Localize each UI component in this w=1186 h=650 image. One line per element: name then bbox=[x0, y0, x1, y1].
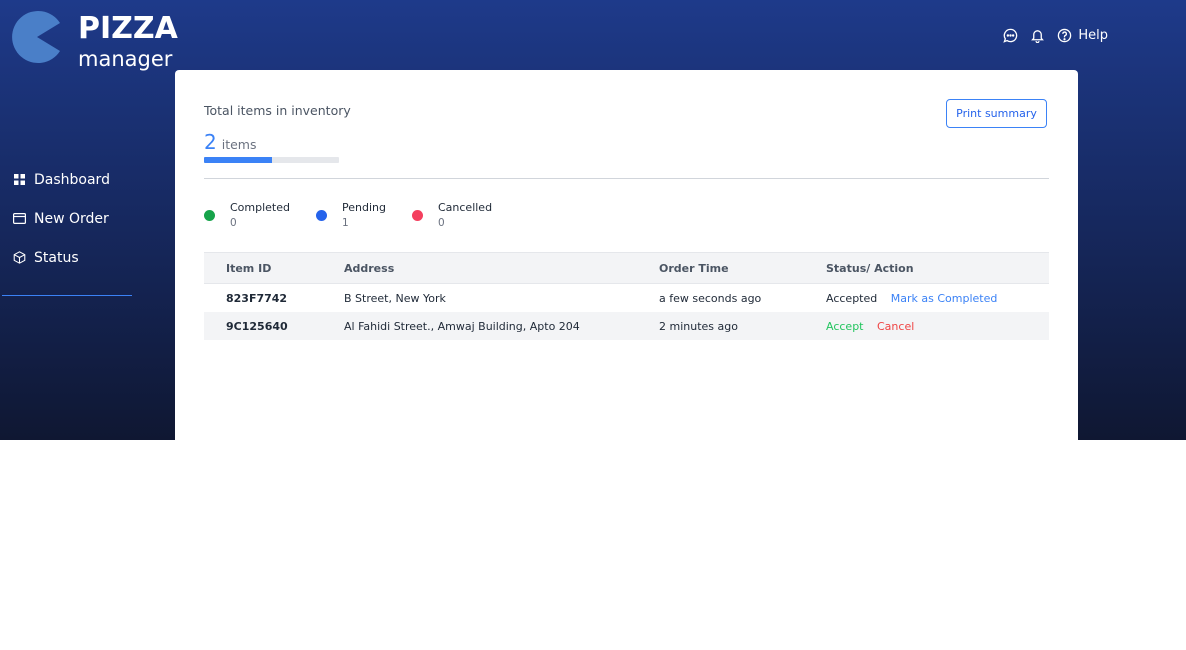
inventory-count-unit: items bbox=[221, 137, 257, 152]
cell-item-id: 823F7742 bbox=[226, 291, 288, 305]
grid-icon bbox=[12, 173, 26, 187]
sidebar-item-label: Status bbox=[34, 249, 79, 266]
legend-value: 0 bbox=[230, 217, 237, 229]
box-icon bbox=[12, 251, 26, 265]
inventory-progress-fill bbox=[204, 157, 272, 163]
status-legend: Completed 0 Pending 1 Cancelled 0 bbox=[204, 201, 518, 230]
help-link[interactable]: Help bbox=[1078, 28, 1108, 43]
column-header-order-time[interactable]: Order Time bbox=[659, 252, 826, 284]
sidebar-item-label: New Order bbox=[34, 210, 109, 227]
top-nav: Help bbox=[1001, 26, 1108, 44]
inventory-title: Total items in inventory bbox=[204, 103, 351, 118]
print-summary-button[interactable]: Print summary bbox=[946, 99, 1047, 128]
legend-pending: Pending 1 bbox=[316, 201, 386, 230]
mark-completed-link[interactable]: Mark as Completed bbox=[891, 292, 998, 305]
pizza-logo-icon bbox=[12, 11, 60, 64]
status-dot bbox=[204, 210, 215, 221]
cell-status-action: Accepted Mark as Completed bbox=[826, 284, 1049, 313]
column-header-item-id[interactable]: Item ID bbox=[204, 252, 344, 284]
bell-icon[interactable] bbox=[1028, 26, 1046, 44]
brand-logo[interactable]: PIZZA manager bbox=[8, 8, 178, 71]
chat-icon[interactable] bbox=[1001, 26, 1019, 44]
inventory-count-number: 2 bbox=[204, 130, 217, 154]
legend-label: Completed bbox=[230, 201, 290, 214]
legend-cancelled: Cancelled 0 bbox=[411, 201, 493, 230]
table-row[interactable]: 9C125640 Al Fahidi Street., Amwaj Buildi… bbox=[204, 312, 1049, 340]
accept-link[interactable]: Accept bbox=[826, 320, 864, 333]
status-dot bbox=[411, 210, 423, 221]
sidebar-item-status[interactable]: Status bbox=[0, 238, 140, 277]
column-header-address[interactable]: Address bbox=[344, 252, 659, 284]
legend-value: 0 bbox=[437, 217, 445, 229]
legend-value: 1 bbox=[342, 217, 349, 229]
brand-line2: manager bbox=[78, 47, 173, 71]
cell-order-time: a few seconds ago bbox=[659, 291, 762, 305]
cell-status-action: Accept Cancel bbox=[826, 312, 1049, 340]
cell-item-id: 9C125640 bbox=[204, 312, 344, 340]
status-dot bbox=[316, 210, 327, 221]
table-row[interactable]: 823F7742 B Street, New York a few second… bbox=[204, 284, 1049, 313]
cell-address: Al Fahidi Street., Amwaj Building, Apto … bbox=[344, 312, 659, 340]
inventory-progress-bar bbox=[204, 157, 339, 163]
help-circle-icon[interactable] bbox=[1055, 26, 1073, 44]
inventory-count: 2 items bbox=[204, 130, 257, 154]
cancel-link[interactable]: Cancel bbox=[877, 320, 914, 333]
sidebar-item-label: Dashboard bbox=[34, 171, 110, 188]
orders-table: Item ID Address Order Time Status/ Actio… bbox=[204, 252, 1049, 340]
sidebar-item-new-order[interactable]: New Order bbox=[0, 199, 140, 238]
table-header-row: Item ID Address Order Time Status/ Actio… bbox=[204, 252, 1049, 284]
cell-order-time: 2 minutes ago bbox=[659, 312, 826, 340]
sidebar-item-dashboard[interactable]: Dashboard bbox=[0, 160, 140, 199]
card-icon bbox=[12, 212, 26, 226]
sidebar: Dashboard New Order Status bbox=[0, 160, 140, 277]
inventory-card: Total items in inventory 2 items Print s… bbox=[175, 70, 1078, 440]
status-text: Accepted bbox=[826, 291, 878, 305]
legend-completed: Completed 0 bbox=[204, 201, 290, 230]
legend-label: Cancelled bbox=[437, 201, 493, 214]
section-divider bbox=[204, 178, 1049, 179]
cell-address: B Street, New York bbox=[344, 291, 446, 305]
brand-line1: PIZZA bbox=[78, 11, 178, 46]
column-header-status-action[interactable]: Status/ Action bbox=[826, 252, 1049, 284]
sidebar-divider bbox=[2, 295, 132, 296]
legend-label: Pending bbox=[342, 201, 386, 214]
